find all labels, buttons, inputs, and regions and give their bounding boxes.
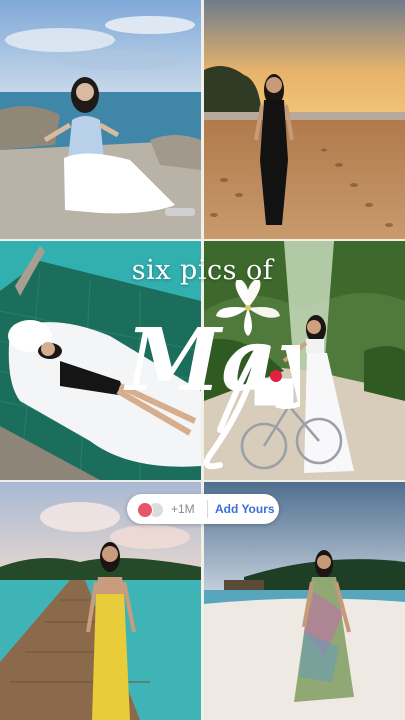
title-month-text: May — [123, 310, 300, 411]
avatar — [137, 502, 153, 518]
add-yours-button[interactable]: Add Yours — [215, 502, 275, 516]
photo-2-image — [204, 0, 405, 239]
participant-count: +1M — [171, 502, 195, 516]
photo-1-image — [0, 0, 201, 239]
story-collage: six pics of May +1M Add Yours — [0, 0, 405, 720]
divider — [207, 500, 208, 518]
add-yours-sticker[interactable]: +1M Add Yours — [127, 494, 279, 524]
photo-1[interactable] — [0, 0, 201, 239]
photo-2[interactable] — [204, 0, 405, 239]
participant-avatars — [135, 494, 169, 524]
title-month: May — [120, 278, 332, 470]
